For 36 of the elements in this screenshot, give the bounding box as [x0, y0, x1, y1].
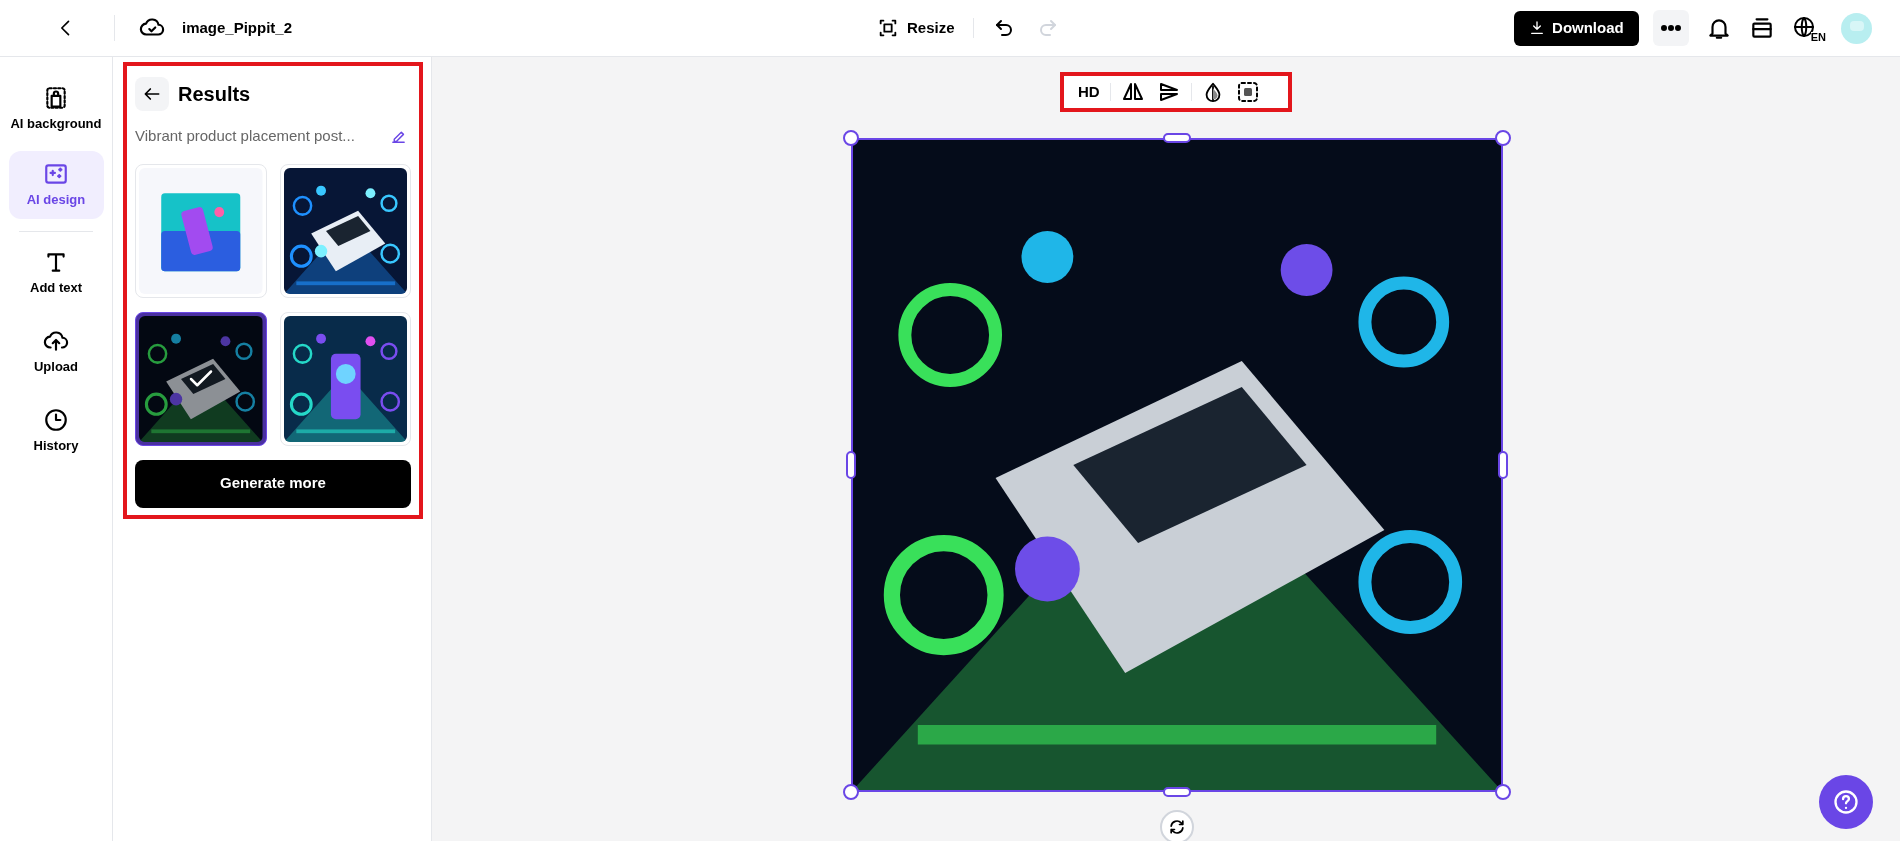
sidebar-item[interactable]: AI design [8, 151, 104, 219]
resize-handle[interactable] [1495, 784, 1511, 800]
sidebar-item[interactable]: AI background [8, 75, 104, 143]
resize-button[interactable]: Resize [877, 16, 955, 40]
resize-handle[interactable] [1163, 787, 1191, 797]
help-icon [1832, 788, 1860, 816]
hd-button[interactable]: HD [1078, 80, 1100, 104]
sidebar-item[interactable]: Add text [8, 239, 104, 307]
panel-title: Results [178, 82, 251, 107]
upload-icon [43, 328, 69, 354]
resize-handle[interactable] [846, 451, 856, 479]
download-icon [1529, 20, 1546, 36]
resize-handle[interactable] [843, 784, 859, 800]
bag-icon [43, 85, 69, 111]
document-title[interactable]: image_Pippit_2 [182, 16, 293, 40]
rotate-icon [1167, 817, 1187, 837]
sidebar-item[interactable]: Upload [8, 318, 104, 386]
back-button[interactable] [135, 77, 169, 111]
resize-handle[interactable] [1163, 133, 1191, 143]
prompt-text: Vibrant product placement post... [135, 126, 355, 146]
download-button[interactable]: Download [1514, 10, 1639, 46]
generate-more-button[interactable]: Generate more [135, 459, 411, 508]
resize-icon [877, 17, 899, 39]
help-button[interactable] [1819, 775, 1873, 829]
resize-handle[interactable] [1498, 451, 1508, 479]
sidebar-item[interactable]: History [8, 397, 104, 465]
rotate-button[interactable] [1160, 810, 1194, 841]
resize-handle[interactable] [1495, 130, 1511, 146]
more-button[interactable] [1652, 10, 1689, 46]
focus-icon [1235, 80, 1260, 104]
clock-icon [43, 407, 69, 433]
resize-handle[interactable] [843, 130, 859, 146]
focus-button[interactable] [1235, 80, 1260, 104]
language-button[interactable]: EN [1791, 13, 1826, 43]
more-icon [1660, 25, 1681, 31]
sparkle-image-icon [43, 161, 69, 187]
